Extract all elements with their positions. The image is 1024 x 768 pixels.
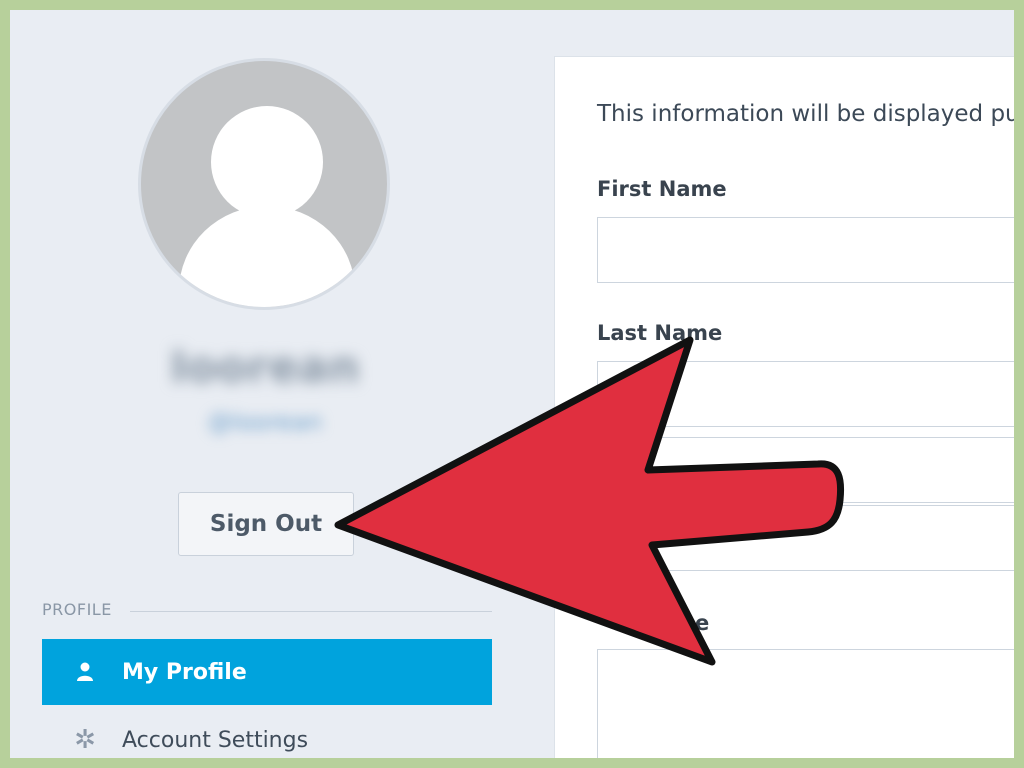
first-name-input[interactable] — [597, 217, 1014, 283]
nav-item-my-profile[interactable]: My Profile — [42, 639, 492, 705]
form-intro-text: This information will be displayed pu — [597, 101, 1014, 127]
nav-item-label: My Profile — [122, 659, 247, 685]
last-name-input[interactable] — [597, 361, 1014, 427]
field-3-input[interactable] — [597, 437, 1014, 503]
person-icon — [70, 662, 100, 682]
app-frame: Ioorean @Ioorean Sign Out PROFILE My Pro… — [10, 10, 1014, 758]
last-name-label: Last Name — [597, 321, 723, 345]
nav-item-label: Account Settings — [122, 727, 309, 753]
avatar — [138, 58, 390, 310]
field-5-textarea[interactable] — [597, 649, 1014, 758]
nav-item-account-settings[interactable]: ✲ Account Settings — [42, 707, 492, 758]
field-4-input[interactable] — [597, 505, 1014, 571]
gear-icon: ✲ — [74, 725, 96, 755]
first-name-label: First Name — [597, 177, 727, 201]
user-handle: @Ioorean — [207, 408, 323, 436]
sign-out-button[interactable]: Sign Out — [178, 492, 354, 556]
username: Ioorean — [170, 342, 360, 393]
profile-form-panel: This information will be displayed pu Fi… — [554, 56, 1014, 758]
field-5-label: e — [695, 611, 710, 635]
section-divider — [130, 611, 492, 612]
avatar-head — [211, 106, 323, 218]
section-label: PROFILE — [42, 600, 112, 619]
profile-section-header: PROFILE — [42, 600, 492, 624]
avatar-body — [179, 206, 355, 307]
